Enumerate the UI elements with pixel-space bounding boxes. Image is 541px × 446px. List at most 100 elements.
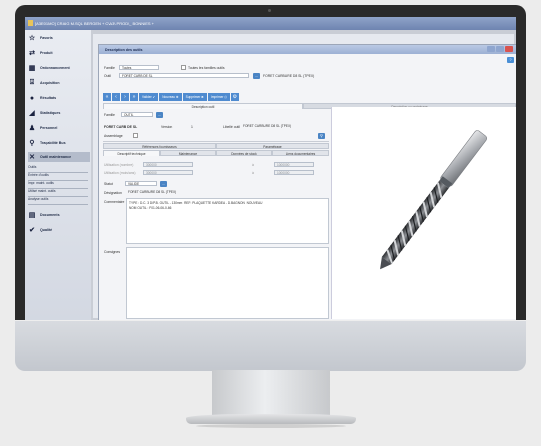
famille-label: Famille [104, 113, 115, 117]
check-circle-icon: ✔ [29, 227, 35, 234]
libelle-field[interactable]: FORET CARBURE D8 SL (TPEX) [241, 124, 331, 129]
utilisation-field[interactable]: 300000 [143, 162, 193, 167]
sidebar-item-label: Personnel [40, 126, 58, 130]
app-logo-icon [28, 20, 33, 26]
range-separator: à [252, 171, 254, 175]
statut-field[interactable]: VALIDE [125, 181, 157, 186]
drill-bit-image [380, 130, 488, 270]
sidebar-item-label: Favoris [40, 36, 53, 40]
sidebar-subitem-analyse[interactable]: Analyse outils [28, 197, 88, 205]
sidebar-item-produit[interactable]: ⇄ Produit [28, 48, 90, 58]
divider [103, 141, 329, 142]
sidebar-item-label: Produit [40, 51, 53, 55]
sidebar: ☆ Favoris ⇄ Produit ▦ Ordonnancement ⍗ A… [25, 30, 91, 320]
designation-field[interactable]: FORET CARBURE D8 SL (TPEX) [126, 190, 329, 195]
version-value: 1 [191, 125, 193, 129]
sidebar-item-outil-maintenance[interactable]: ✕ Outil maintenance [28, 152, 90, 162]
sidebar-item-resultats[interactable]: ● Résultats [28, 93, 90, 103]
monitor-chin [15, 320, 526, 371]
sidebar-item-documents[interactable]: ▤ Documents [28, 210, 90, 220]
statut-label: Statut [104, 182, 113, 186]
sub-tabs: Descriptif technique Maintenance Données… [103, 150, 329, 156]
utilisation-label: Utilisation (nombre) [104, 163, 134, 167]
camera-icon [268, 9, 271, 12]
sidebar-item-favoris[interactable]: ☆ Favoris [28, 33, 90, 43]
tool-image-panel [331, 107, 516, 319]
famille-search-button[interactable]: … [156, 112, 163, 118]
tab-references-fournisseurs[interactable]: Références fournisseurs [103, 143, 216, 149]
lookup-button[interactable]: ⚲ [318, 133, 325, 139]
tab-donnees-stock[interactable]: Données de stock [216, 150, 272, 156]
delete-button[interactable]: Supprimer ✖ [182, 93, 207, 101]
consignes-memo[interactable] [126, 247, 329, 319]
sidebar-item-label: Acquisition [40, 81, 60, 85]
arrows-icon: ⇄ [29, 50, 35, 57]
sidebar-item-acquisition[interactable]: ⍗ Acquisition [28, 78, 90, 88]
utilisation2-label: Utilisation (mois/ans) [104, 171, 136, 175]
sidebar-subitem-outils[interactable]: Outils [28, 165, 88, 173]
window-titlebar: Description des outils [99, 45, 516, 54]
stand-shadow [196, 424, 346, 428]
tab-liens-documentaires[interactable]: Liens documentaires [272, 150, 329, 156]
famille-filter-field[interactable]: Toutes [119, 65, 159, 70]
monitor-stand-foot [186, 414, 356, 424]
sidebar-item-qualite[interactable]: ✔ Qualité [28, 225, 90, 235]
utilisation-max-field[interactable]: 1000000 [274, 162, 314, 167]
sidebar-item-tracabilite[interactable]: ⚲ Traçabilité Bus [28, 138, 90, 148]
sidebar-item-ordonnancement[interactable]: ▦ Ordonnancement [28, 63, 90, 73]
assemblage-checkbox[interactable] [133, 133, 138, 138]
libelle-label: Libellé outil [223, 125, 240, 129]
star-icon: ☆ [28, 35, 36, 42]
app-title: [A3E01MO] CRAIG M.SQL BERGEN + C\A3\ PRO… [35, 21, 154, 26]
statut-search-button[interactable]: … [160, 181, 167, 187]
sidebar-item-personnel[interactable]: ♟ Personnel [28, 123, 90, 133]
settings-button[interactable]: ⚙ [230, 93, 239, 101]
next-record-button[interactable]: › [121, 93, 129, 101]
first-record-button[interactable]: « [103, 93, 111, 101]
outil-search-button[interactable]: … [253, 73, 260, 79]
sidebar-subitem-utilise[interactable]: Utilisé maint. outils [28, 189, 88, 197]
app-titlebar: [A3E01MO] CRAIG M.SQL BERGEN + C\A3\ PRO… [25, 17, 516, 30]
sidebar-item-label: Outil maintenance [40, 155, 72, 159]
outil-description: FORET CARBURE D8 SL (TPEX) [263, 74, 315, 78]
help-button[interactable]: ? [507, 57, 514, 63]
range-separator: à [252, 163, 254, 167]
outil-code: FORET CARB DE SL [104, 125, 138, 129]
bullet-icon: ● [29, 94, 35, 102]
utilisation2-max-field[interactable]: 1000000 [274, 170, 314, 175]
screen: [A3E01MO] CRAIG M.SQL BERGEN + C\A3\ PRO… [25, 17, 516, 320]
print-button[interactable]: Imprimer ⎙ [207, 93, 230, 101]
commentaire-memo[interactable]: TYPE : D.C. 3 D/P.B. OUTIL - 130mm REF: … [126, 198, 329, 244]
record-toolbar: « ‹ › » Valider ✔ Nouveau ✚ Supprimer ✖ … [103, 93, 239, 101]
sidebar-item-label: Statistiques [40, 111, 61, 115]
tab-parametrage[interactable]: Paramétrage [216, 143, 329, 149]
all-families-checkbox[interactable] [181, 65, 186, 70]
person-icon: ♟ [28, 125, 36, 132]
outil-label: Outil [104, 74, 111, 78]
minimize-button[interactable] [487, 46, 495, 52]
sidebar-item-label: Documents [40, 213, 60, 217]
sidebar-item-label: Résultats [40, 96, 57, 100]
tab-description-outil[interactable]: Description outil [103, 103, 303, 109]
sidebar-subitem-impr[interactable]: Impr. maint. outils [28, 181, 88, 189]
version-label: Version [161, 125, 173, 129]
prev-record-button[interactable]: ‹ [112, 93, 120, 101]
tray-icon: ⍗ [29, 79, 35, 86]
magnifier-icon: ⚲ [29, 140, 35, 147]
sidebar-item-label: Ordonnancement [40, 66, 70, 70]
last-record-button[interactable]: » [130, 93, 138, 101]
calendar-icon: ▦ [28, 65, 36, 72]
window-title: Description des outils [105, 47, 143, 52]
famille-field[interactable]: OUTIL [121, 112, 153, 117]
sidebar-item-statistiques[interactable]: ◢ Statistiques [28, 108, 90, 118]
outil-field[interactable]: FORET CARB DE SL [119, 73, 249, 78]
tab-descriptif-technique[interactable]: Descriptif technique [103, 150, 160, 156]
all-families-label: Toutes les familles outils [188, 66, 225, 70]
utilisation2-field[interactable]: 300000 [143, 170, 193, 175]
sidebar-subitem-entree[interactable]: Entrée d'outils [28, 173, 88, 181]
maximize-button[interactable] [496, 46, 504, 52]
close-button[interactable] [505, 46, 513, 52]
validate-button[interactable]: Valider ✔ [139, 93, 159, 101]
new-button[interactable]: Nouveau ✚ [159, 93, 182, 101]
tab-maintenance[interactable]: Maintenance [160, 150, 216, 156]
